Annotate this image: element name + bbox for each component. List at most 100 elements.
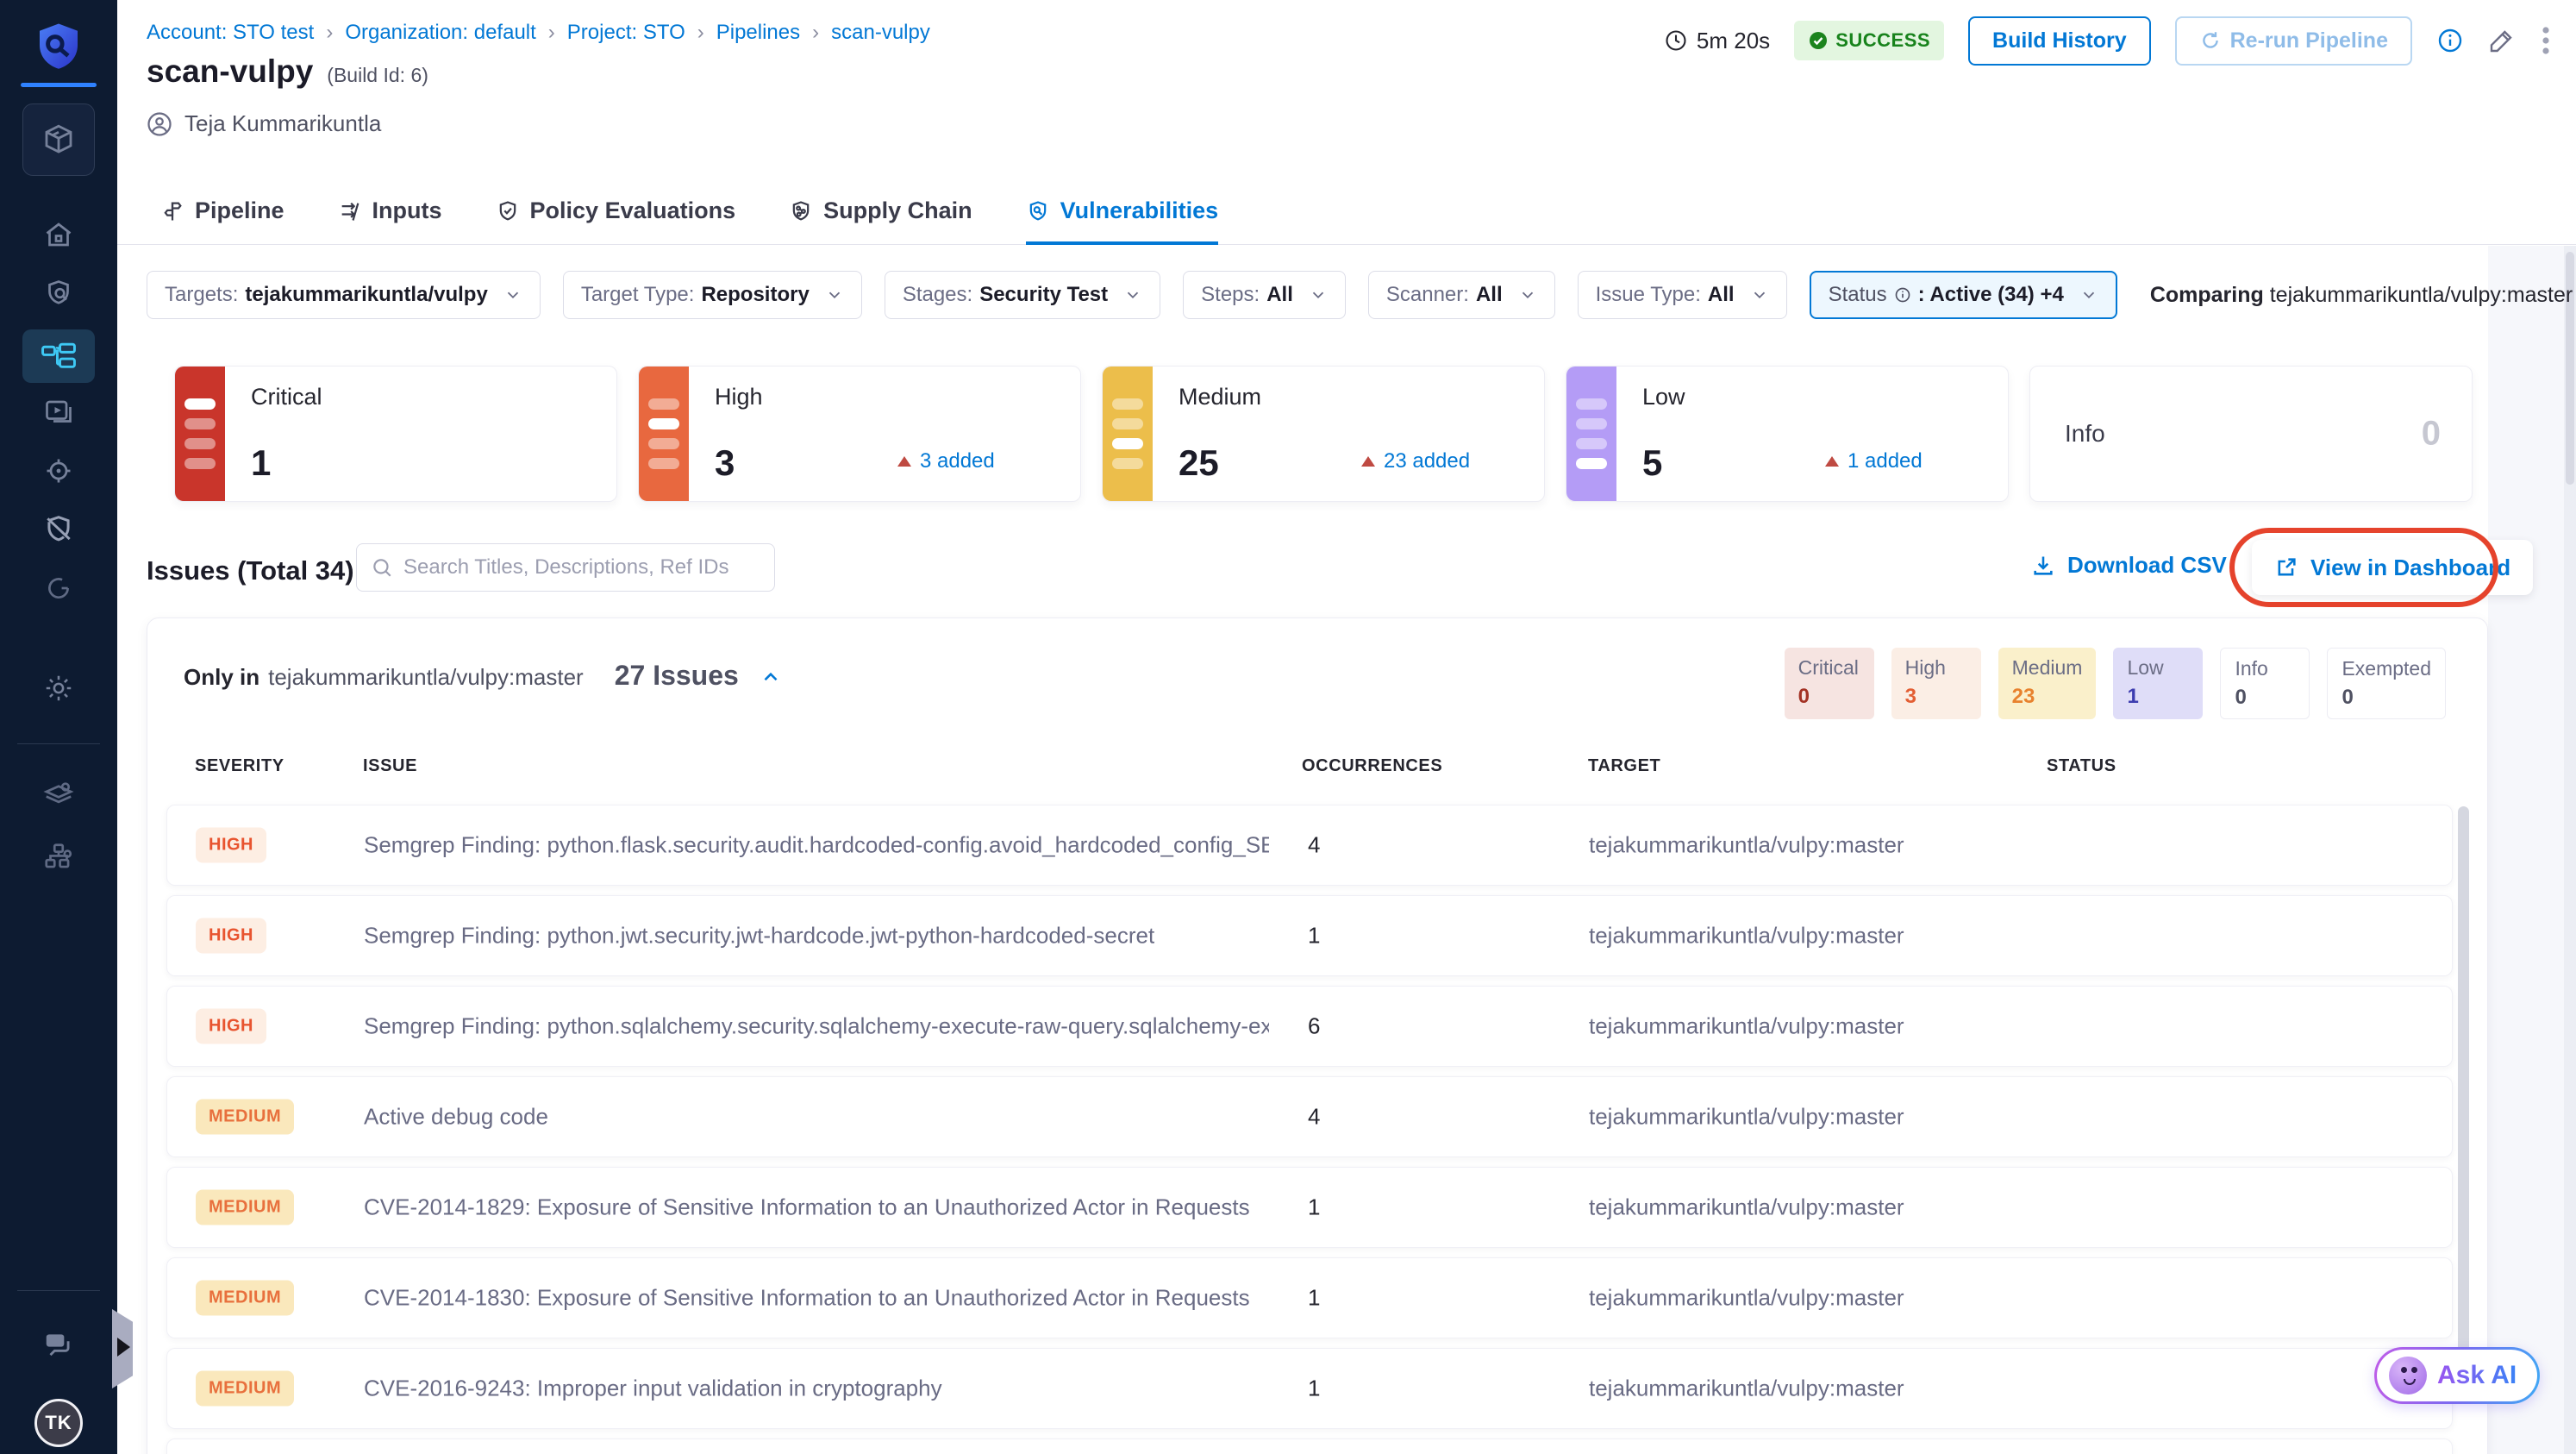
table-row[interactable]: MEDIUM CVE-2016-9243: Improper input val… (166, 1348, 2453, 1429)
sidebar-item-help[interactable]: ? (0, 1323, 117, 1368)
filter-steps[interactable]: Steps: All (1183, 271, 1346, 319)
breadcrumb-separator: › (326, 21, 334, 44)
breadcrumb-project[interactable]: Project: STO (567, 21, 685, 45)
tab-label: Supply Chain (823, 197, 972, 223)
edit-pipeline-button[interactable] (2488, 27, 2516, 54)
chip-critical[interactable]: Critical 0 (1784, 648, 1874, 719)
table-row[interactable]: HIGH Semgrep Finding: python.jwt.securit… (166, 895, 2453, 976)
severity-card-critical[interactable]: Critical 1 (174, 366, 617, 502)
user-icon (147, 111, 172, 136)
target-icon (47, 459, 71, 483)
breadcrumb-pipelines[interactable]: Pipelines (716, 21, 800, 45)
tab-inputs[interactable]: Inputs (338, 197, 442, 245)
collapse-group-button[interactable] (760, 666, 782, 688)
header-actions: 5m 20s SUCCESS Build History Re-run Pipe… (1664, 16, 2552, 66)
severity-badge: MEDIUM (196, 1370, 295, 1407)
download-csv-button[interactable]: Download CSV (2031, 552, 2227, 579)
severity-card-high[interactable]: High 3 3 added (638, 366, 1081, 502)
target-value: tejakummarikuntla/vulpy:master (1589, 1194, 1904, 1220)
external-link-icon (2278, 558, 2296, 576)
table-row[interactable]: MEDIUM CVE-2014-1829: Exposure of Sensit… (166, 1167, 2453, 1248)
sidebar-item-org-settings[interactable] (0, 835, 117, 880)
table-row[interactable]: HIGH Semgrep Finding: python.sqlalchemy.… (166, 986, 2453, 1067)
issues-list-card: Only in tejakummarikuntla/vulpy:master 2… (147, 617, 2488, 1454)
chip-low[interactable]: Low 1 (2113, 648, 2204, 719)
pipeline-name: scan-vulpy (147, 53, 314, 89)
occurrences-value: 1 (1308, 1194, 1321, 1220)
filter-stages[interactable]: Stages: Security Test (884, 271, 1161, 319)
filter-issue-type[interactable]: Issue Type: All (1577, 271, 1787, 319)
sto-logo[interactable] (0, 19, 117, 76)
sidebar-item-executions[interactable] (0, 390, 117, 435)
target-value: tejakummarikuntla/vulpy:master (1589, 1375, 1904, 1401)
severity-card-label: Info (2065, 420, 2105, 447)
ask-ai-button[interactable]: Ask AI (2374, 1347, 2541, 1404)
occurrences-value: 1 (1308, 1375, 1321, 1401)
table-row[interactable]: HIGH Semgrep Finding: python.flask.secur… (166, 805, 2453, 886)
occurrences-value: 1 (1308, 922, 1321, 949)
severity-card-low[interactable]: Low 5 1 added (1566, 366, 2009, 502)
filter-targets[interactable]: Targets: tejakummarikuntla/vulpy (147, 271, 541, 319)
chip-label: Low (2127, 656, 2164, 679)
info-button[interactable] (2436, 27, 2464, 54)
build-history-button[interactable]: Build History (1968, 16, 2151, 66)
search-input[interactable] (403, 555, 760, 580)
tab-label: Pipeline (195, 197, 284, 223)
download-csv-label: Download CSV (2067, 552, 2227, 578)
sidebar-item-default-settings[interactable] (0, 773, 117, 818)
help-chat-icon: ? (46, 1333, 70, 1357)
filter-value: tejakummarikuntla/vulpy (245, 283, 488, 306)
filter-target-type[interactable]: Target Type: Repository (562, 271, 862, 319)
pipeline-tab-icon (164, 202, 182, 220)
table-row[interactable]: MEDIUM (166, 1438, 2453, 1454)
column-header-status: STATUS (2047, 756, 2116, 775)
left-nav-sidebar: ? TK (0, 0, 117, 1454)
severity-summary-cards: Critical 1 High 3 3 added Medium 25 23 a… (174, 366, 2473, 502)
sidebar-item-pipelines-active[interactable] (22, 329, 95, 383)
view-in-dashboard-button[interactable]: View in Dashboard (2252, 540, 2534, 595)
tab-policy-evaluations[interactable]: Policy Evaluations (496, 197, 735, 245)
more-options-button[interactable] (2540, 25, 2552, 56)
chip-exempted[interactable]: Exempted 0 (2327, 648, 2446, 719)
chip-medium[interactable]: Medium 23 (1998, 648, 2097, 719)
chip-high[interactable]: High 3 (1891, 648, 1981, 719)
severity-card-info[interactable]: Info 0 (2029, 366, 2473, 502)
tab-vulnerabilities-active[interactable]: Vulnerabilities (1025, 197, 1219, 245)
table-row[interactable]: MEDIUM CVE-2014-1830: Exposure of Sensit… (166, 1257, 2453, 1338)
severity-badge: HIGH (196, 827, 266, 863)
user-avatar[interactable]: TK (34, 1399, 83, 1447)
filter-status[interactable]: Status : Active (34) +4 (1809, 271, 2117, 319)
breadcrumb-org[interactable]: Organization: default (345, 21, 535, 45)
severity-bars-icon (1103, 367, 1153, 501)
tab-supply-chain[interactable]: Supply Chain (789, 197, 972, 245)
tab-pipeline[interactable]: Pipeline (160, 197, 284, 245)
chip-label: Exempted (2342, 657, 2431, 680)
issues-scrollbar-thumb[interactable] (2458, 806, 2469, 1360)
sidebar-item-project-settings[interactable] (0, 666, 117, 711)
filter-scanner[interactable]: Scanner: All (1367, 271, 1555, 319)
ask-ai-label: Ask AI (2437, 1361, 2517, 1389)
sidebar-item-home[interactable] (0, 212, 117, 257)
target-value: tejakummarikuntla/vulpy:master (1589, 922, 1904, 949)
sidebar-item-getting-started[interactable] (0, 566, 117, 611)
table-row[interactable]: MEDIUM Active debug code 4 tejakummariku… (166, 1076, 2453, 1157)
severity-badge: HIGH (196, 1008, 266, 1044)
sidebar-item-exemptions[interactable] (0, 507, 117, 552)
breadcrumb-account[interactable]: Account: STO test (147, 21, 314, 45)
severity-card-medium[interactable]: Medium 25 23 added (1102, 366, 1545, 502)
sidebar-item-overview[interactable] (0, 271, 117, 316)
issues-search[interactable] (356, 543, 775, 592)
rerun-pipeline-button[interactable]: Re-run Pipeline (2174, 16, 2412, 66)
breadcrumb-current[interactable]: scan-vulpy (831, 21, 930, 45)
module-selector-button[interactable] (22, 103, 95, 176)
chevron-down-icon (1750, 285, 1769, 304)
rerun-label: Re-run Pipeline (2229, 28, 2388, 53)
info-icon (1895, 287, 1910, 303)
view-in-dashboard-label: View in Dashboard (2310, 554, 2511, 580)
severity-badge: MEDIUM (196, 1099, 295, 1135)
sidebar-item-targets[interactable] (0, 448, 117, 493)
execution-tabbar: Pipeline Inputs Policy Evaluations Suppl… (117, 183, 2576, 245)
chip-count: 0 (2235, 686, 2247, 709)
chip-info[interactable]: Info 0 (2220, 648, 2310, 719)
issue-title: Semgrep Finding: python.flask.security.a… (364, 831, 1269, 858)
